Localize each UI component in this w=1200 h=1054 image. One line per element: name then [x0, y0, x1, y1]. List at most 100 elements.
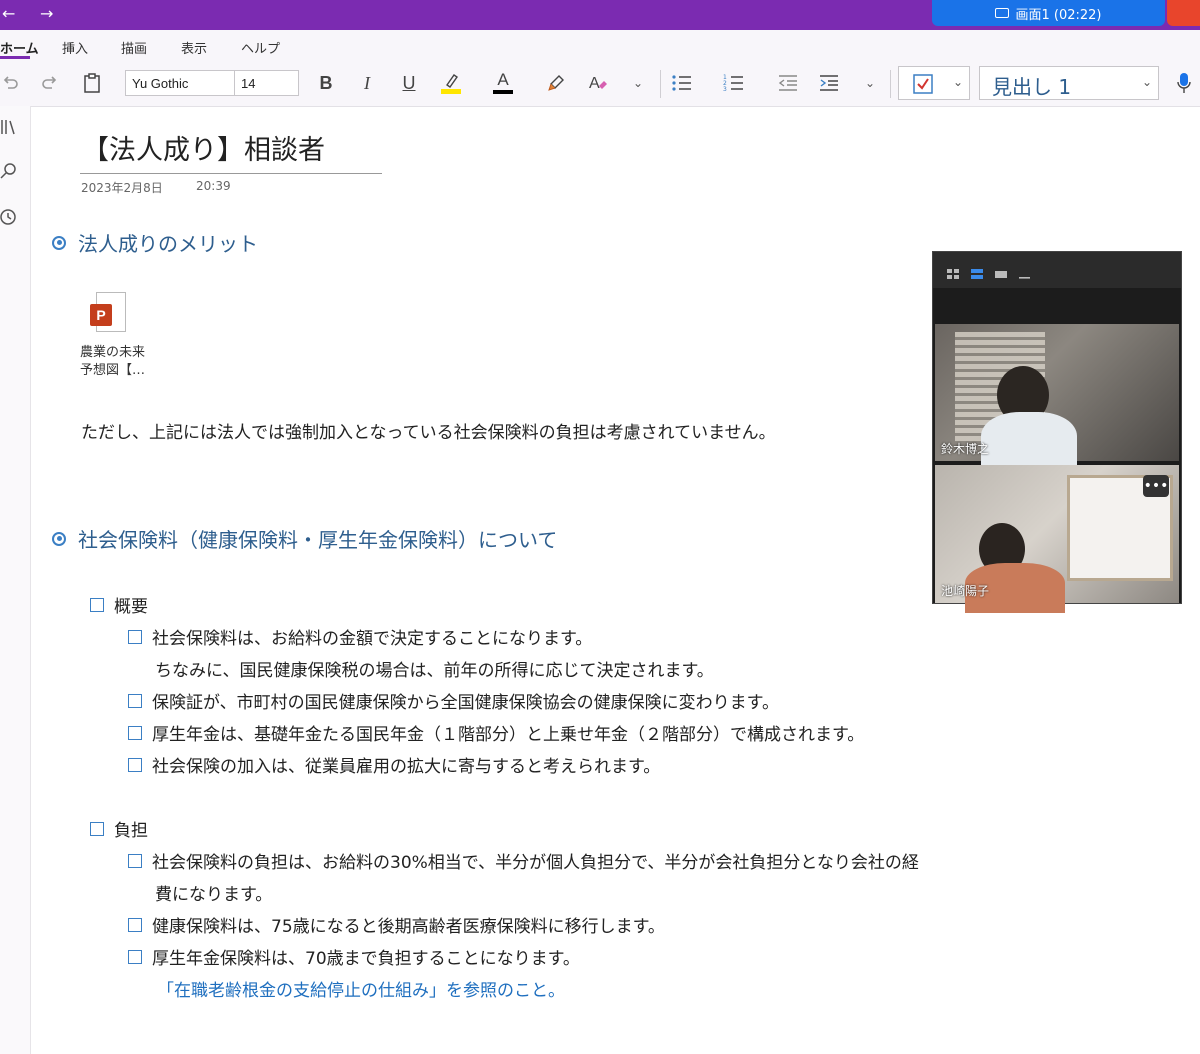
forward-icon[interactable]: →	[40, 4, 53, 23]
page-title[interactable]: 【法人成り】相談者	[82, 128, 325, 167]
numbered-list-icon[interactable]: 123	[722, 70, 746, 96]
bold-button[interactable]: B	[314, 70, 338, 96]
list-item-text: 厚生年金は、基礎年金たる国民年金（１階部分）と上乗せ年金（２階部分）で構成されま…	[152, 725, 865, 745]
todo-checkbox[interactable]	[128, 693, 142, 708]
list-item-text: 社会保険料は、お給料の金額で決定することになります。	[152, 629, 593, 649]
participant-body	[981, 412, 1077, 472]
notebooks-icon[interactable]	[0, 118, 22, 140]
chevron-down-icon[interactable]: ⌄	[633, 76, 643, 90]
tab-home[interactable]: ホーム	[0, 38, 39, 57]
recent-icon[interactable]	[0, 208, 22, 230]
decrease-indent-icon[interactable]	[776, 70, 800, 96]
todo-checkbox[interactable]	[128, 949, 142, 964]
underline-button[interactable]: U	[397, 70, 421, 96]
note-paragraph[interactable]: ただし、上記には法人では強制加入となっている社会保険料の負担は考慮されていません…	[81, 418, 776, 443]
tab-draw[interactable]: 描画	[121, 38, 147, 57]
todo-checkbox-icon	[913, 74, 933, 94]
left-rail	[0, 106, 31, 1054]
list-item[interactable]: 社会保険料の負担は、お給料の30%相当で、半分が個人負担分で、半分が会社負担分と…	[128, 848, 919, 873]
back-icon[interactable]: ←	[2, 4, 15, 23]
list-item[interactable]: 厚生年金保険料は、70歳まで負担することになります。	[128, 944, 580, 969]
toolbar-separator	[660, 70, 661, 98]
page-date: 2023年2月8日	[81, 181, 163, 195]
list-item-text: 厚生年金保険料は、70歳まで負担することになります。	[152, 949, 580, 969]
todo-checkbox[interactable]	[128, 629, 142, 644]
list-item[interactable]: 社会保険の加入は、従業員雇用の拡大に寄与すると考えられます。	[128, 752, 660, 777]
todo-checkbox[interactable]	[128, 725, 142, 740]
style-dropdown[interactable]: 見出し 1 ⌄	[979, 66, 1159, 100]
screen-share-indicator[interactable]: 画面1 (02:22)	[932, 0, 1165, 26]
style-label: 見出し 1	[992, 75, 1072, 99]
list-item-continuation[interactable]: ちなみに、国民健康保険税の場合は、前年の所得に応じて決定されます。	[155, 656, 714, 681]
italic-button[interactable]: I	[355, 70, 379, 96]
tag-dropdown[interactable]: ⌄	[898, 66, 970, 100]
chevron-down-icon: ⌄	[1142, 75, 1153, 89]
todo-checkbox[interactable]	[128, 917, 142, 932]
chevron-down-icon: ⌄	[953, 75, 964, 89]
clear-format-icon[interactable]: A	[585, 70, 611, 96]
reference-link[interactable]: 「在職老齢根金の支給停止の仕組み」を参照のこと。	[157, 976, 565, 1001]
undo-icon[interactable]	[0, 70, 20, 96]
increase-indent-icon[interactable]	[817, 70, 841, 96]
list-item[interactable]: 概要	[90, 592, 148, 617]
todo-checkbox[interactable]	[128, 853, 142, 868]
tab-help[interactable]: ヘルプ	[241, 38, 280, 57]
heading-bullet-icon	[52, 235, 66, 250]
list-item[interactable]: 厚生年金は、基礎年金たる国民年金（１階部分）と上乗せ年金（２階部分）で構成されま…	[128, 720, 864, 745]
format-painter-icon[interactable]	[545, 70, 571, 96]
video-call-panel: 鈴木博之 ••• 池崎陽子	[932, 251, 1182, 613]
page-time: 20:39	[196, 179, 231, 193]
list-item-text: 社会保険の加入は、従業員雇用の拡大に寄与すると考えられます。	[152, 757, 661, 777]
highlighter-icon[interactable]	[438, 70, 464, 96]
grid-view-icon[interactable]	[947, 264, 959, 279]
ribbon-tabs: ホーム 挿入 描画 表示 ヘルプ	[0, 30, 1200, 60]
toolbar: Yu Gothic 14 B I U A A ⌄ 123 ⌄ ⌄ 見出し 1 ⌄	[0, 60, 1200, 107]
svg-text:A: A	[589, 75, 600, 92]
tab-view[interactable]: 表示	[181, 38, 207, 57]
font-color-button[interactable]: A	[490, 70, 516, 96]
stop-share-button[interactable]	[1167, 0, 1200, 26]
file-attachment[interactable]: P 農業の未来 予想図【…	[80, 292, 170, 380]
chevron-down-icon[interactable]: ⌄	[865, 76, 875, 90]
list-item[interactable]: 負担	[90, 816, 148, 841]
redo-icon[interactable]	[38, 70, 62, 96]
list-item[interactable]: 社会保険料は、お給料の金額で決定することになります。	[128, 624, 592, 649]
active-tab-indicator	[0, 56, 30, 59]
list-item-text: 社会保険料の負担は、お給料の30%相当で、半分が個人負担分で、半分が会社負担分と…	[152, 853, 919, 873]
minimize-icon[interactable]	[1019, 264, 1030, 279]
participant-video-tile[interactable]: ••• 池崎陽子	[935, 465, 1179, 613]
font-color-label: A	[497, 70, 509, 89]
list-item[interactable]: 健康保険料は、75歳になると後期高齢者医療保険料に移行します。	[128, 912, 665, 937]
font-size-field[interactable]: 14	[234, 70, 299, 96]
heading-bullet-icon	[52, 531, 66, 546]
powerpoint-file-icon: P	[90, 292, 130, 338]
heading-social-insurance[interactable]: 社会保険料（健康保険料・厚生年金保険料）について	[52, 524, 557, 553]
todo-checkbox[interactable]	[128, 757, 142, 772]
font-color-swatch	[493, 90, 513, 94]
video-toolbar	[933, 252, 1181, 288]
screen-share-label: 画面1 (02:22)	[1015, 7, 1102, 23]
list-item-continuation[interactable]: 費になります。	[155, 880, 272, 905]
microphone-icon[interactable]	[1172, 70, 1196, 96]
title-underline	[80, 173, 382, 174]
todo-checkbox[interactable]	[90, 597, 104, 612]
svg-text:3: 3	[723, 86, 727, 93]
font-name-field[interactable]: Yu Gothic	[125, 70, 235, 96]
participant-name: 鈴木博之	[941, 442, 990, 456]
bullet-list-icon[interactable]	[670, 70, 694, 96]
more-options-button[interactable]: •••	[1143, 475, 1169, 497]
attachment-name-line2: 予想図【…	[80, 363, 146, 378]
tab-insert[interactable]: 挿入	[62, 38, 88, 57]
participant-video-tile[interactable]: 鈴木博之	[935, 324, 1179, 472]
search-icon[interactable]	[0, 162, 22, 184]
todo-checkbox[interactable]	[90, 821, 104, 836]
clipboard-icon[interactable]	[80, 70, 104, 96]
heading-social-insurance-text: 社会保険料（健康保険料・厚生年金保険料）について	[78, 528, 558, 552]
single-view-icon[interactable]	[995, 264, 1007, 278]
heading-merits[interactable]: 法人成りのメリット	[52, 228, 258, 257]
speaker-view-icon[interactable]	[971, 264, 983, 279]
heading-merits-text: 法人成りのメリット	[78, 232, 258, 256]
list-item-text: 健康保険料は、75歳になると後期高齢者医療保険料に移行します。	[152, 917, 665, 937]
toolbar-separator	[890, 70, 891, 98]
list-item[interactable]: 保険証が、市町村の国民健康保険から全国健康保険協会の健康保険に変わります。	[128, 688, 779, 713]
